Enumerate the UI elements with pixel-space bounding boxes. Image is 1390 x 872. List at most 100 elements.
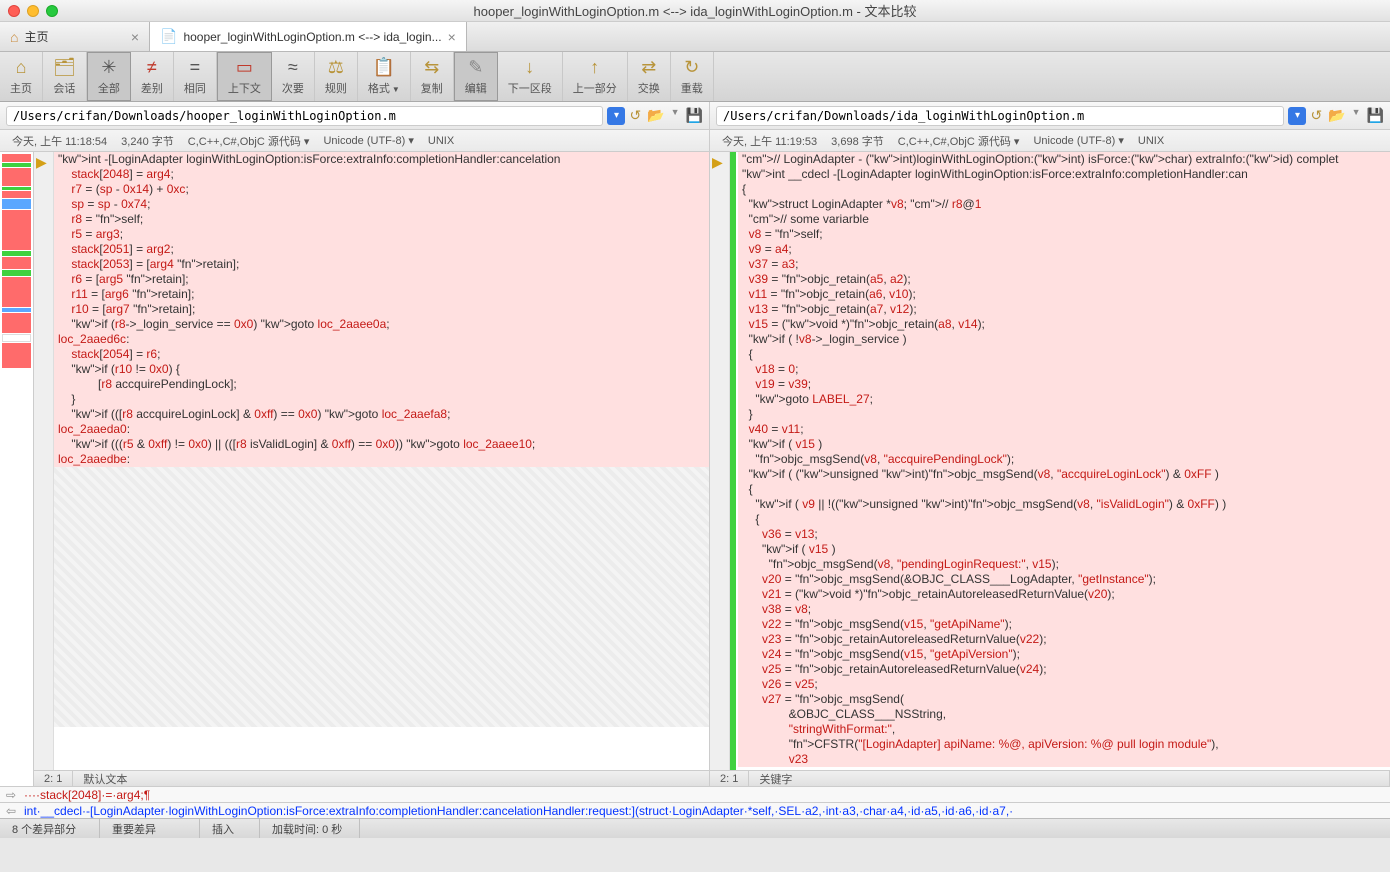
code-line[interactable]: v36 = v13; — [738, 527, 1390, 542]
code-line[interactable]: "kw">if (((r5 & 0xff) != 0x0) || (([r8 i… — [54, 437, 709, 452]
code-line[interactable]: v15 = ("kw">void *)"fn">objc_retain(a8, … — [738, 317, 1390, 332]
code-line[interactable]: r7 = (sp - 0x14) + 0xc; — [54, 182, 709, 197]
code-line[interactable]: "kw">if ( v15 ) — [738, 542, 1390, 557]
folder-open-icon[interactable]: 📂 — [647, 107, 664, 124]
code-line[interactable]: r10 = [arg7 "fn">retain]; — [54, 302, 709, 317]
zoom-icon[interactable] — [46, 5, 58, 17]
code-line[interactable]: stack[2053] = [arg4 "fn">retain]; — [54, 257, 709, 272]
code-line[interactable]: } — [738, 407, 1390, 422]
nextsection-button[interactable]: ↓下一区段 — [498, 52, 563, 101]
right-code-pane[interactable]: "cm">// LoginAdapter - ("kw">int)loginWi… — [730, 152, 1390, 770]
code-line[interactable]: "cm">// some variarble — [738, 212, 1390, 227]
same-button[interactable]: =相同 — [174, 52, 217, 101]
file-lang[interactable]: C,C++,C#,ObjC 源代码 ▾ — [188, 133, 310, 149]
code-line[interactable]: { — [738, 482, 1390, 497]
edit-button[interactable]: ✎编辑 — [454, 52, 498, 101]
code-line[interactable]: v8 = "fn">self; — [738, 227, 1390, 242]
code-line[interactable]: "kw">if ( v15 ) — [738, 437, 1390, 452]
close-icon[interactable] — [8, 5, 20, 17]
left-path-input[interactable] — [6, 106, 603, 126]
code-line[interactable]: loc_2aaed6c: — [54, 332, 709, 347]
code-line[interactable]: loc_2aaeda0: — [54, 422, 709, 437]
code-line[interactable]: r5 = arg3; — [54, 227, 709, 242]
copy-button[interactable]: ⇆复制 — [411, 52, 454, 101]
close-icon[interactable]: × — [448, 29, 456, 45]
code-line[interactable]: "fn">objc_msgSend(v8, "accquirePendingLo… — [738, 452, 1390, 467]
code-line[interactable]: "stringWithFormat:", — [738, 722, 1390, 737]
minor-button[interactable]: ≈次要 — [272, 52, 315, 101]
format-button[interactable]: 📋格式▼ — [358, 52, 411, 101]
file-enc[interactable]: Unicode (UTF-8) ▾ — [1033, 134, 1123, 147]
left-code-pane[interactable]: "kw">int -[LoginAdapter loginWithLoginOp… — [54, 152, 710, 770]
swap-button[interactable]: ⇄交换 — [628, 52, 671, 101]
code-line[interactable]: stack[2048] = arg4; — [54, 167, 709, 182]
code-line[interactable]: v40 = v11; — [738, 422, 1390, 437]
code-line[interactable]: v19 = v39; — [738, 377, 1390, 392]
dropdown-icon[interactable]: ▾ — [1288, 107, 1306, 125]
tab-diff[interactable]: 📄 hooper_loginWithLoginOption.m <--> ida… — [150, 22, 467, 51]
code-line[interactable]: [r8 accquirePendingLock]; — [54, 377, 709, 392]
code-line[interactable]: "kw">if ( !v8->_login_service ) — [738, 332, 1390, 347]
diff-button[interactable]: ≠差别 — [131, 52, 174, 101]
code-line[interactable]: r11 = [arg6 "fn">retain]; — [54, 287, 709, 302]
right-path-input[interactable] — [716, 106, 1284, 126]
file-lang[interactable]: C,C++,C#,ObjC 源代码 ▾ — [898, 133, 1020, 149]
code-line[interactable]: "fn">objc_msgSend(v8, "pendingLoginReque… — [738, 557, 1390, 572]
code-line[interactable]: v25 = "fn">objc_retainAutoreleasedReturn… — [738, 662, 1390, 677]
code-line[interactable]: "kw">if (r8->_login_service == 0x0) "kw"… — [54, 317, 709, 332]
minimize-icon[interactable] — [27, 5, 39, 17]
code-line[interactable]: stack[2051] = arg2; — [54, 242, 709, 257]
code-line[interactable]: r6 = [arg5 "fn">retain]; — [54, 272, 709, 287]
code-line[interactable]: v24 = "fn">objc_msgSend(v15, "getApiVers… — [738, 647, 1390, 662]
code-line[interactable]: loc_2aaedbe: — [54, 452, 709, 467]
folder-open-icon[interactable]: 📂 — [1328, 107, 1345, 124]
code-line[interactable]: r8 = "fn">self; — [54, 212, 709, 227]
all-button[interactable]: ✳全部 — [87, 52, 131, 101]
code-line[interactable]: "kw">int -[LoginAdapter loginWithLoginOp… — [54, 152, 709, 167]
code-line[interactable]: "kw">int __cdecl -[LoginAdapter loginWit… — [738, 167, 1390, 182]
code-line[interactable]: v9 = a4; — [738, 242, 1390, 257]
code-line[interactable]: v13 = "fn">objc_retain(a7, v12); — [738, 302, 1390, 317]
code-line[interactable]: "kw">struct LoginAdapter *v8; "cm">// r8… — [738, 197, 1390, 212]
dropdown-icon[interactable]: ▾ — [607, 107, 625, 125]
code-line[interactable]: v20 = "fn">objc_msgSend(&OBJC_CLASS___Lo… — [738, 572, 1390, 587]
code-line[interactable]: stack[2054] = r6; — [54, 347, 709, 362]
code-line[interactable]: v39 = "fn">objc_retain(a5, a2); — [738, 272, 1390, 287]
code-line[interactable]: v27 = "fn">objc_msgSend( — [738, 692, 1390, 707]
home-button[interactable]: ⌂主页 — [0, 52, 43, 101]
code-line[interactable]: v21 = ("kw">void *)"fn">objc_retainAutor… — [738, 587, 1390, 602]
code-line[interactable]: v23 = "fn">objc_retainAutoreleasedReturn… — [738, 632, 1390, 647]
code-line[interactable]: "fn">CFSTR("[LoginAdapter] apiName: %@, … — [738, 737, 1390, 752]
code-line[interactable]: v38 = v8; — [738, 602, 1390, 617]
code-line[interactable]: v37 = a3; — [738, 257, 1390, 272]
rules-button[interactable]: ⚖规则 — [315, 52, 358, 101]
code-line[interactable]: "kw">goto LABEL_27; — [738, 392, 1390, 407]
prevpart-button[interactable]: ↑上一部分 — [563, 52, 628, 101]
code-line[interactable]: "cm">// LoginAdapter - ("kw">int)loginWi… — [738, 152, 1390, 167]
overview-thumbnail[interactable] — [0, 152, 34, 786]
code-line[interactable]: sp = sp - 0x74; — [54, 197, 709, 212]
code-line[interactable]: { — [738, 512, 1390, 527]
save-icon[interactable]: 💾 — [686, 107, 703, 124]
code-line[interactable]: v18 = 0; — [738, 362, 1390, 377]
context-button[interactable]: ▭上下文 — [217, 52, 272, 101]
chevron-down-icon[interactable]: ▼ — [1352, 107, 1361, 124]
code-line[interactable]: "kw">if ( ("kw">unsigned "kw">int)"fn">o… — [738, 467, 1390, 482]
chevron-down-icon[interactable]: ▼ — [671, 107, 680, 124]
tab-home[interactable]: ⌂ 主页 × — [0, 22, 150, 51]
save-icon[interactable]: 💾 — [1367, 107, 1384, 124]
code-line[interactable]: &OBJC_CLASS___NSString, — [738, 707, 1390, 722]
session-button[interactable]: 🗂会话 — [43, 52, 87, 101]
code-line[interactable]: { — [738, 347, 1390, 362]
code-line[interactable]: "kw">if (([r8 accquireLoginLock] & 0xff)… — [54, 407, 709, 422]
code-line[interactable]: "kw">if (r10 != 0x0) { — [54, 362, 709, 377]
reload-button[interactable]: ↻重载 — [671, 52, 714, 101]
code-line[interactable]: "kw">if ( v9 || !(("kw">unsigned "kw">in… — [738, 497, 1390, 512]
code-line[interactable]: v26 = v25; — [738, 677, 1390, 692]
history-icon[interactable]: ↺ — [1310, 107, 1322, 124]
code-line[interactable]: v22 = "fn">objc_msgSend(v15, "getApiName… — [738, 617, 1390, 632]
code-line[interactable]: v11 = "fn">objc_retain(a6, v10); — [738, 287, 1390, 302]
code-line[interactable]: v23 — [738, 752, 1390, 767]
code-line[interactable]: } — [54, 392, 709, 407]
file-enc[interactable]: Unicode (UTF-8) ▾ — [323, 134, 413, 147]
